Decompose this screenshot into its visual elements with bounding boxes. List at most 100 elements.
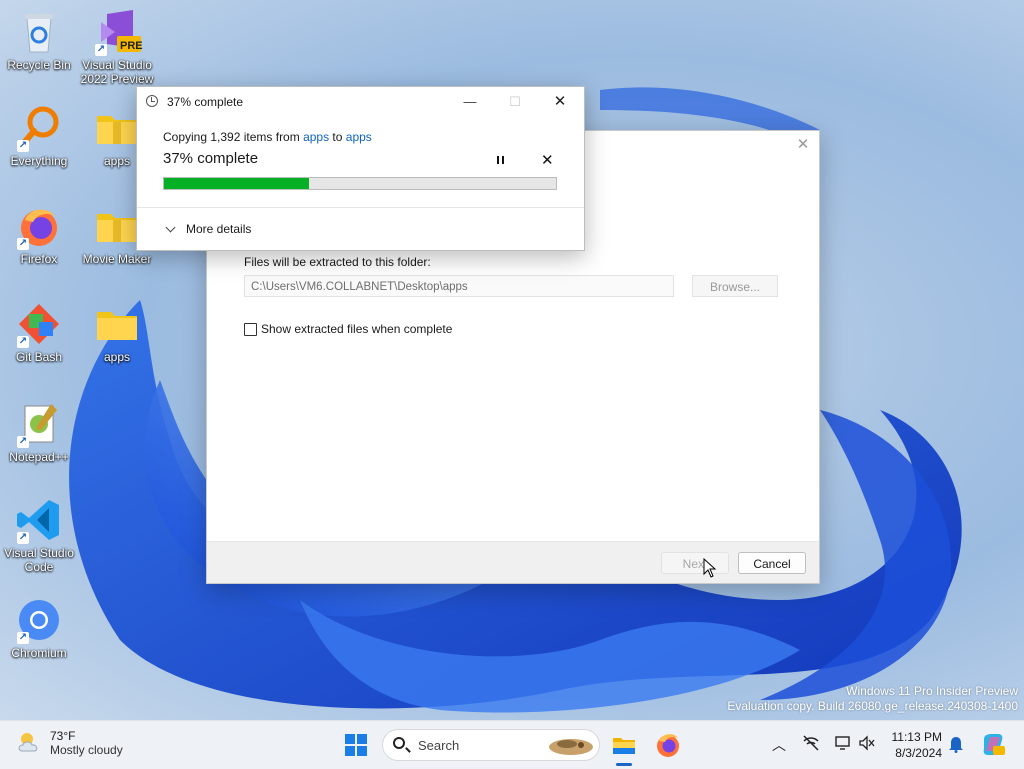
chromium-icon: ↗ <box>15 596 63 644</box>
desktop-icon-label: Recycle Bin <box>7 58 71 72</box>
weather-condition: Mostly cloudy <box>50 743 123 757</box>
desktop-icon-label: Visual Studio 2022 Preview <box>80 58 154 86</box>
chevron-up-icon[interactable]: ︿ <box>772 735 786 755</box>
git-bash-icon: ↗ <box>15 300 63 348</box>
destination-folder-link[interactable]: apps <box>346 130 372 144</box>
file-explorer-taskbar-button[interactable] <box>608 729 640 761</box>
search-highlight-image-icon <box>549 739 593 755</box>
active-app-indicator <box>616 763 632 766</box>
shortcut-arrow-icon: ↗ <box>95 44 107 56</box>
desktop-icon-chromium[interactable]: ↗ Chromium <box>0 596 78 660</box>
chevron-down-icon <box>165 222 176 232</box>
search-icon <box>393 737 405 749</box>
more-details-label: More details <box>186 222 252 236</box>
shortcut-arrow-icon: ↗ <box>17 336 29 348</box>
copy-dialog-titlebar[interactable]: 37% complete — ☐ ✕ <box>137 87 584 117</box>
firefox-icon <box>657 734 679 757</box>
desktop: Recycle Bin ↗ PRE Visual Studio 2022 Pre… <box>0 0 1024 720</box>
windows-watermark: Windows 11 Pro Insider Preview Evaluatio… <box>727 684 1018 714</box>
network-disconnected-icon[interactable] <box>802 735 820 754</box>
minimize-button[interactable]: — <box>455 91 485 113</box>
shortcut-arrow-icon: ↗ <box>17 238 29 250</box>
desktop-icon-label: Everything <box>10 154 68 168</box>
show-files-checkbox-row[interactable]: Show extracted files when complete <box>244 322 452 336</box>
watermark-line1: Windows 11 Pro Insider Preview <box>846 684 1018 698</box>
desktop-icon-label: Notepad++ <box>9 450 69 464</box>
extract-folder-path-field[interactable]: C:\Users\VM6.COLLABNET\Desktop\apps <box>244 275 674 297</box>
watermark-line2: Evaluation copy. Build 26080.ge_release.… <box>727 699 1018 713</box>
taskbar-search-box[interactable]: Search <box>382 729 600 761</box>
shortcut-arrow-icon: ↗ <box>17 532 29 544</box>
volume-muted-icon[interactable] <box>858 735 876 754</box>
copy-description-prefix: Copying 1,392 items from <box>163 130 304 144</box>
folder-icon <box>93 202 141 250</box>
desktop-icon-everything[interactable]: ↗ Everything <box>0 104 78 168</box>
search-placeholder: Search <box>418 738 460 753</box>
everything-search-icon: ↗ <box>15 104 63 152</box>
desktop-icon-label: Visual Studio Code <box>4 546 74 574</box>
cancel-button[interactable]: Cancel <box>738 552 806 574</box>
progress-status-text: 37% complete <box>163 150 259 167</box>
desktop-icon-notepad-plus-plus[interactable]: ↗ Notepad++ <box>0 400 78 464</box>
start-button[interactable] <box>340 729 372 761</box>
copy-dialog-title: 37% complete <box>167 95 244 109</box>
desktop-icon-label: Firefox <box>20 252 58 266</box>
recycle-bin-icon <box>15 8 63 56</box>
pause-icon-bar <box>497 156 499 164</box>
source-folder-link[interactable]: apps <box>303 130 329 144</box>
show-files-checkbox-label: Show extracted files when complete <box>261 322 453 336</box>
desktop-icon-recycle-bin[interactable]: Recycle Bin <box>0 8 78 72</box>
system-clock[interactable]: 11:13 PM 8/3/2024 <box>888 729 942 761</box>
desktop-icon-visual-studio-preview[interactable]: ↗ PRE Visual Studio 2022 Preview <box>78 8 156 86</box>
clock-date: 8/3/2024 <box>895 746 942 760</box>
notification-bell-icon[interactable] <box>948 735 964 756</box>
desktop-icon-apps-folder[interactable]: apps <box>78 300 156 364</box>
more-details-toggle[interactable]: More details <box>165 222 252 236</box>
desktop-icon-label: Git Bash <box>15 350 63 364</box>
desktop-icon-firefox[interactable]: ↗ Firefox <box>0 202 78 266</box>
divider <box>137 207 584 208</box>
copilot-icon[interactable] <box>980 731 1006 760</box>
desktop-icon-label: apps <box>103 350 131 364</box>
copy-progress-bar <box>163 177 557 190</box>
firefox-icon: ↗ <box>15 202 63 250</box>
weather-temperature: 73°F <box>50 729 76 743</box>
taskbar: 73°F Mostly cloudy Search ︿ 11:13 PM 8/3… <box>0 720 1024 769</box>
folder-icon <box>93 104 141 152</box>
desktop-icon-label: apps <box>103 154 131 168</box>
browse-button[interactable]: Browse... <box>692 275 778 297</box>
copy-description: Copying 1,392 items from apps to apps <box>163 130 372 144</box>
copy-description-mid: to <box>329 130 346 144</box>
visual-studio-preview-icon: ↗ PRE <box>93 8 143 56</box>
firefox-taskbar-button[interactable] <box>652 729 684 761</box>
file-explorer-icon <box>613 738 635 754</box>
clock-icon <box>146 95 158 107</box>
desktop-icon-vscode[interactable]: ↗ Visual Studio Code <box>0 496 78 574</box>
mouse-cursor-icon <box>703 558 717 578</box>
notepad-plus-plus-icon: ↗ <box>15 400 63 448</box>
desktop-icon-label: Movie Maker <box>82 252 152 266</box>
maximize-button: ☐ <box>509 94 521 109</box>
wizard-close-button[interactable]: ✕ <box>795 137 811 153</box>
shortcut-arrow-icon: ↗ <box>17 632 29 644</box>
cloudy-weather-icon <box>16 729 44 757</box>
copy-progress-fill <box>164 178 310 189</box>
windows-logo-icon <box>345 734 367 756</box>
wizard-footer: Next Cancel <box>207 541 819 583</box>
show-files-checkbox[interactable] <box>244 322 257 336</box>
stop-copy-button[interactable]: ✕ <box>541 151 554 169</box>
copy-progress-dialog: 37% complete — ☐ ✕ Copying 1,392 items f… <box>136 86 585 251</box>
close-button[interactable]: ✕ <box>545 91 575 113</box>
pause-button[interactable] <box>494 153 508 167</box>
desktop-icon-label: Chromium <box>11 646 67 660</box>
clock-time: 11:13 PM <box>891 730 942 744</box>
weather-widget[interactable]: 73°F Mostly cloudy <box>16 729 123 757</box>
display-icon[interactable] <box>834 735 852 754</box>
pre-badge: PRE <box>120 40 143 52</box>
folder-icon <box>93 300 141 348</box>
next-button[interactable]: Next <box>661 552 729 574</box>
desktop-icon-git-bash[interactable]: ↗ Git Bash <box>0 300 78 364</box>
extract-folder-label: Files will be extracted to this folder: <box>244 255 431 269</box>
vscode-icon: ↗ <box>15 496 63 544</box>
shortcut-arrow-icon: ↗ <box>17 436 29 448</box>
